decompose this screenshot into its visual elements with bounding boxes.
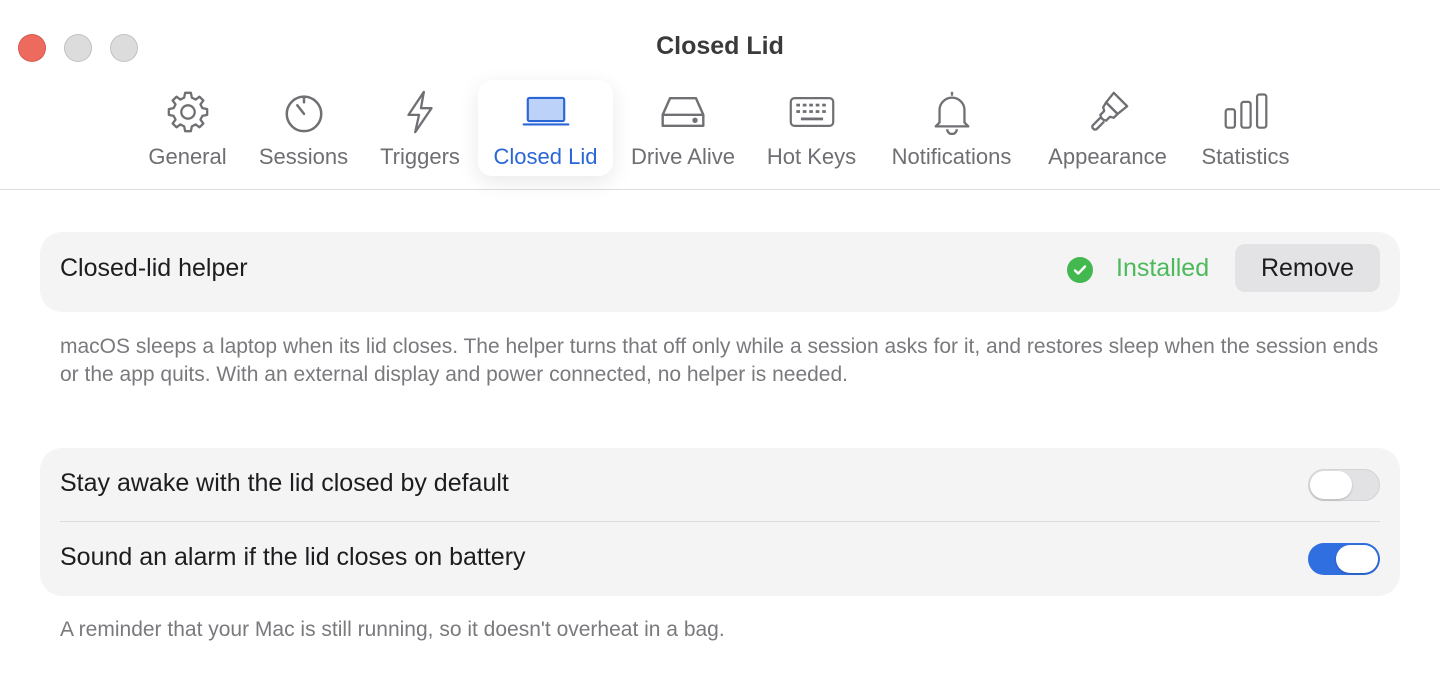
- bell-icon: [928, 88, 976, 136]
- tab-closed-lid-label: Closed Lid: [493, 144, 598, 169]
- tab-statistics-label: Statistics: [1201, 144, 1290, 169]
- checkmark-circle-icon: [1067, 257, 1093, 283]
- tab-closed-lid[interactable]: Closed Lid: [478, 80, 613, 176]
- keyboard-icon: [788, 88, 836, 136]
- timer-icon: [280, 88, 328, 136]
- preferences-window: Closed Lid General Sessions Triggers Clo…: [0, 0, 1440, 700]
- tab-notifications-label: Notifications: [891, 144, 1012, 169]
- preferences-toolbar: General Sessions Triggers Closed Lid Dri…: [0, 80, 1440, 190]
- tab-sessions-label: Sessions: [258, 144, 349, 169]
- tab-statistics[interactable]: Statistics: [1192, 80, 1299, 176]
- bar-chart-icon: [1222, 88, 1270, 136]
- helper-card: Closed-lid helper Installed Remove: [40, 232, 1400, 312]
- toggle-knob: [1310, 471, 1352, 499]
- tab-general[interactable]: General: [140, 80, 235, 176]
- drive-icon: [659, 88, 707, 136]
- tab-sessions[interactable]: Sessions: [250, 80, 357, 176]
- stay-awake-row: Stay awake with the lid closed by defaul…: [60, 448, 1380, 522]
- helper-label: Closed-lid helper: [60, 254, 248, 282]
- battery-alarm-row: Sound an alarm if the lid closes on batt…: [60, 522, 1380, 596]
- paintbrush-icon: [1084, 88, 1132, 136]
- tab-general-label: General: [148, 144, 227, 169]
- tab-notifications[interactable]: Notifications: [880, 80, 1023, 176]
- tab-appearance-label: Appearance: [1048, 144, 1167, 169]
- alarm-footnote: A reminder that your Mac is still runnin…: [60, 618, 725, 641]
- tab-hot-keys-label: Hot Keys: [766, 144, 857, 169]
- remove-helper-button[interactable]: Remove: [1235, 244, 1380, 292]
- stay-awake-toggle[interactable]: [1308, 469, 1380, 501]
- tab-drive-alive[interactable]: Drive Alive: [623, 80, 743, 176]
- tab-triggers[interactable]: Triggers: [370, 80, 470, 176]
- tab-hot-keys[interactable]: Hot Keys: [760, 80, 863, 176]
- stay-awake-label: Stay awake with the lid closed by defaul…: [60, 469, 509, 497]
- tab-triggers-label: Triggers: [380, 144, 460, 169]
- tab-appearance[interactable]: Appearance: [1040, 80, 1175, 176]
- toggle-knob: [1336, 545, 1378, 573]
- gear-icon: [164, 88, 212, 136]
- battery-alarm-label: Sound an alarm if the lid closes on batt…: [60, 543, 526, 571]
- helper-description: macOS sleeps a laptop when its lid close…: [60, 335, 1379, 386]
- helper-status: Installed: [1116, 254, 1210, 282]
- laptop-icon: [522, 88, 570, 136]
- window-title: Closed Lid: [656, 32, 784, 60]
- lid-preferences-card: Stay awake with the lid closed by defaul…: [40, 448, 1400, 596]
- bolt-icon: [396, 88, 444, 136]
- tab-drive-alive-label: Drive Alive: [631, 144, 735, 169]
- battery-alarm-toggle[interactable]: [1308, 543, 1380, 575]
